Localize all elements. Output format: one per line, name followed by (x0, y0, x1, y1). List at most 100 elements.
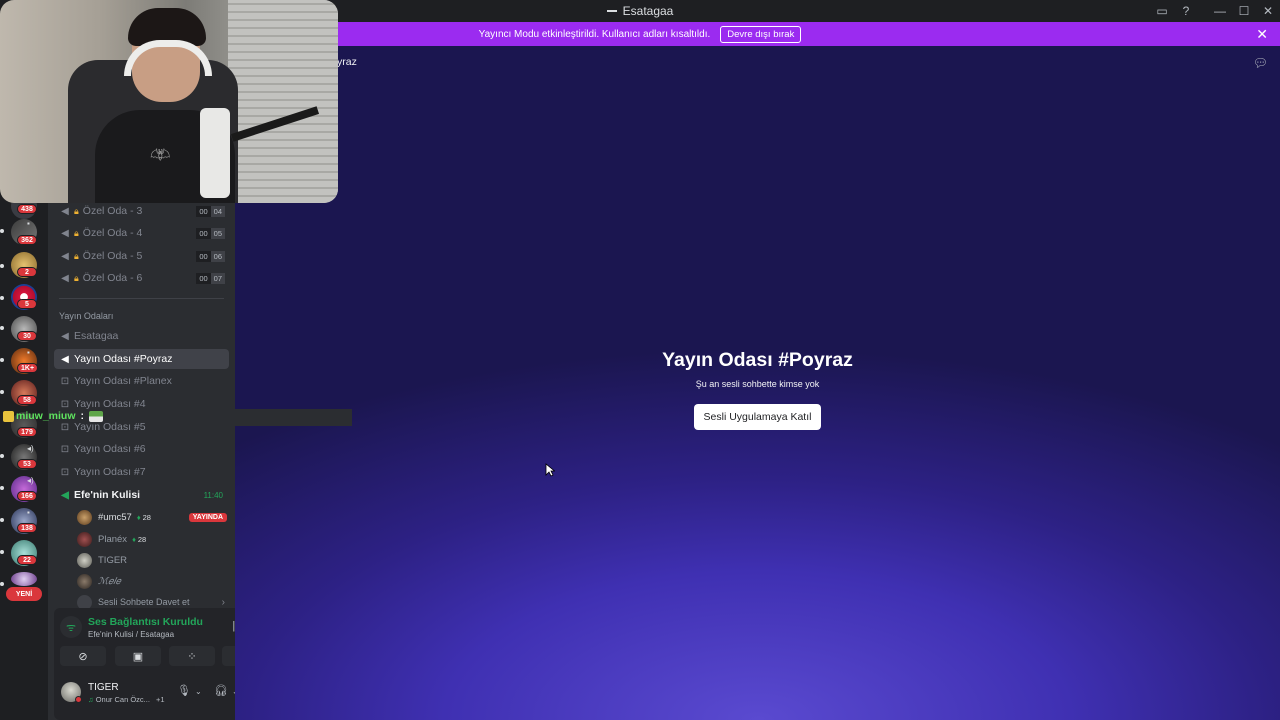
speaker-icon: ◂) (27, 476, 34, 485)
stage-channel-esatagaa[interactable]: ◀ Esatagaa (54, 326, 229, 346)
locked-stage-icon: ⊡ (60, 443, 70, 455)
join-voice-button[interactable]: Sesli Uygulamaya Katıl (693, 404, 822, 430)
voice-user-name: #umc57 (98, 511, 132, 523)
stage-channel-poyraz[interactable]: ◀ Yayın Odası #Poyraz (54, 349, 229, 369)
stage-icon: ◀ (61, 330, 69, 342)
disable-streamer-mode-button[interactable]: Devre dışı bırak (720, 25, 802, 43)
mention-badge: 1K+ (17, 363, 39, 373)
unread-pip (0, 358, 4, 362)
lock-icon: 🔒︎ (74, 227, 79, 238)
channel-name: Yayın Odası #7 (74, 466, 146, 478)
channel-name: Yayın Odası #Poyraz (74, 353, 173, 365)
voice-user[interactable]: Planéx ♦ 28 (77, 529, 227, 549)
voice-user-name: Planéx (98, 533, 128, 545)
voice-channel-private-6[interactable]: ◀ 🔒︎ Özel Oda - 6 00 07 (54, 268, 229, 288)
speaker-icon: ◂) (27, 444, 34, 453)
unread-pip (0, 582, 4, 586)
channel-name: Yayın Odası #4 (74, 398, 146, 410)
channel-name: Özel Oda - 5 (82, 250, 143, 262)
channel-name: Esatagaa (74, 330, 119, 342)
channel-name: Efe'nin Kulisi (74, 489, 141, 501)
voice-indicator-icon: ▪ (27, 508, 30, 517)
unread-pip (0, 229, 4, 233)
locked-stage-icon: ⊡ (60, 375, 70, 387)
channel-name: Özel Oda - 3 (82, 205, 143, 217)
voice-user[interactable]: TIGER (77, 550, 227, 570)
voice-channel-private-5[interactable]: ◀ 🔒︎ Özel Oda - 5 00 06 (54, 246, 229, 266)
mention-badge: 166 (17, 491, 37, 501)
voice-user-name: ℳ𝑒𝑙𝑒 (98, 575, 121, 587)
locked-stage-icon: ⊡ (60, 398, 70, 410)
stage-channel-7[interactable]: ⊡ Yayın Odası #7 (54, 462, 229, 482)
avatar (77, 531, 92, 547)
stage-channel-6[interactable]: ⊡ Yayın Odası #6 (54, 439, 229, 459)
unread-pip (0, 486, 4, 490)
server-icon[interactable] (11, 572, 37, 586)
speaker-icon: ◀ (61, 227, 69, 239)
mention-badge: 22 (17, 555, 37, 565)
voice-status[interactable]: Ses Bağlantısı Kuruldu (88, 616, 203, 628)
new-servers-pill[interactable]: YENİ (6, 587, 42, 601)
chevron-down-icon[interactable]: ⌄ (195, 687, 202, 696)
user-limit-badge: 00 04 (196, 205, 225, 217)
mention-badge: 5 (17, 299, 37, 309)
mention-badge: 179 (17, 427, 37, 437)
status-extra-count: +1 (156, 695, 165, 704)
chat-bubble-icon[interactable]: 💬︎ (1253, 56, 1268, 70)
channel-name: Yayın Odası #Planex (74, 375, 172, 387)
category-stream-rooms[interactable]: Yayın Odaları (59, 311, 113, 321)
voice-location[interactable]: Efe'nin Kulisi / Esatagaa (88, 630, 174, 639)
voice-channel-private-4[interactable]: ◀ 🔒︎ Özel Oda - 4 00 05 (54, 223, 229, 243)
voice-user[interactable]: #umc57 ♦ 28 YAYINDA (77, 507, 227, 527)
microphone (200, 108, 230, 198)
user-limit-badge: 00 06 (196, 250, 225, 262)
banner-close-icon[interactable]: ✕ (1256, 26, 1268, 43)
microphone-icon[interactable]: 🎙︎ (177, 684, 191, 697)
help-icon[interactable]: ? (1174, 0, 1198, 22)
server-dash-icon (606, 10, 617, 12)
mention-badge: 53 (17, 459, 37, 469)
channel-name: Yayın Odası #6 (74, 443, 146, 455)
mention-badge: 438 (17, 204, 37, 214)
dnd-status-icon (75, 696, 82, 703)
unread-pip (0, 550, 4, 554)
lock-icon: 🔒︎ (74, 250, 79, 261)
voice-user-name: TIGER (98, 554, 128, 566)
stage-main-area: yraz 💬︎ Yayın Odası #Poyraz Şu an sesli … (235, 46, 1280, 720)
window-title: Esatagaa (622, 4, 674, 18)
chat-separator: : (80, 410, 85, 422)
speaker-icon: ◀ (61, 489, 69, 501)
live-badge: YAYINDA (188, 512, 227, 522)
lock-icon: 🔒︎ (74, 272, 79, 283)
lock-icon: 🔒︎ (74, 205, 79, 216)
close-icon[interactable]: ✕ (1256, 0, 1280, 22)
maximize-icon[interactable]: ☐ (1232, 0, 1256, 22)
mouse-cursor-icon (545, 463, 555, 477)
username[interactable]: TIGER (88, 682, 119, 693)
voice-channel-private-3[interactable]: ◀ 🔒︎ Özel Oda - 3 00 04 (54, 201, 229, 221)
inbox-icon[interactable]: ▭ (1150, 0, 1174, 22)
voice-indicator-icon: ▪ (27, 219, 30, 228)
unread-pip (0, 518, 4, 522)
voice-channel-efe-kulisi[interactable]: ◀ Efe'nin Kulisi 11:40 (54, 485, 229, 505)
screen-share-button[interactable]: ▣ (115, 646, 161, 666)
stage-icon: ◀ (61, 353, 69, 365)
speaker-icon: ◀ (61, 205, 69, 217)
gem-count: ♦ 28 (136, 512, 151, 522)
stage-channel-planex[interactable]: ⊡ Yayın Odası #Planex (54, 371, 229, 391)
user-status: ♫ Onur Can Özc... +1 (88, 695, 165, 704)
activities-button[interactable]: ⁘ (169, 646, 215, 666)
voice-user[interactable]: ℳ𝑒𝑙𝑒 (77, 571, 227, 591)
avatar (77, 573, 92, 589)
empty-stage: Yayın Odası #Poyraz Şu an sesli sohbette… (235, 349, 1280, 430)
minimize-icon[interactable]: — (1208, 0, 1232, 22)
mention-badge: 30 (17, 331, 37, 341)
headphones-icon[interactable]: 🎧︎ (214, 684, 228, 697)
gem-count: ♦ 28 (132, 534, 147, 544)
invite-label: Sesli Sohbete Davet et (98, 597, 190, 607)
call-timer: 11:40 (203, 490, 223, 500)
window-controls: ▭ ? — ☐ ✕ (1150, 0, 1280, 22)
category-divider (59, 298, 224, 299)
camera-off-button[interactable]: ⊘ (60, 646, 106, 666)
window-title-area: Esatagaa (606, 4, 674, 18)
